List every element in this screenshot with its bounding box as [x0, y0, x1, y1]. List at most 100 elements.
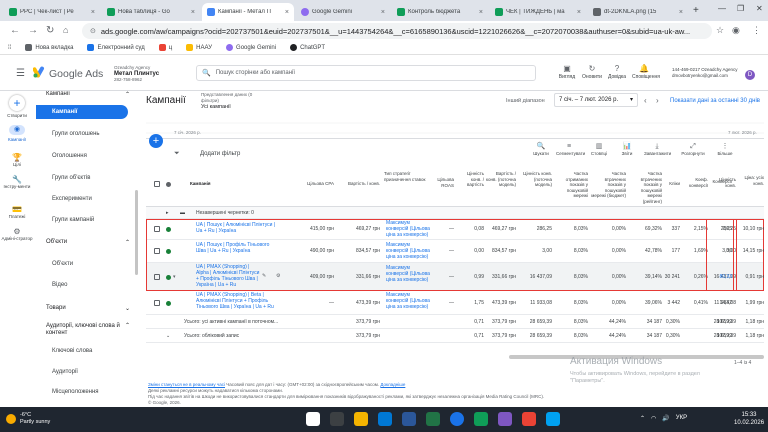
minimize-icon[interactable]: —	[718, 4, 726, 13]
add-filter-button[interactable]: Додати фільтр	[200, 151, 240, 157]
expand-icon[interactable]: ⌄	[166, 333, 170, 339]
excel-icon[interactable]	[426, 412, 440, 426]
rail-campaigns[interactable]: ◉ Кампанії	[0, 125, 34, 142]
help-button[interactable]: ? Довідка	[605, 64, 629, 80]
show-last-30-days-link[interactable]: Показати дані за останні 30 днів	[670, 98, 760, 104]
view-selector[interactable]: Представлення даних (0 фільтри) Усі камп…	[198, 91, 266, 110]
system-clock[interactable]: 15:33 10.02.2026	[734, 411, 764, 427]
browser-tab[interactable]: dt-2DKNLA.png (15 ×	[588, 3, 688, 21]
word-icon[interactable]	[402, 412, 416, 426]
browser-menu-icon[interactable]: ⋮	[752, 25, 761, 36]
nav-item-campaigns[interactable]: Кампанії	[36, 105, 128, 119]
col-conversions[interactable]: Конверсії	[706, 179, 732, 185]
nav-scrollbar[interactable]	[135, 190, 138, 275]
app-icon[interactable]	[498, 412, 512, 426]
new-tab-icon[interactable]: +	[693, 5, 699, 16]
nav-item-keywords[interactable]: Ключові слова	[36, 344, 128, 358]
bookmark-chatgpt[interactable]: ChatGPT	[290, 44, 325, 51]
realtime-link[interactable]: Зміни стануться не в реальному часі	[148, 382, 225, 387]
columns-tool[interactable]: ▥ Стовпці	[586, 143, 612, 156]
close-tab-icon[interactable]: ×	[577, 9, 581, 16]
nav-item-campaign-groups[interactable]: Групи кампаній	[36, 213, 128, 227]
profile-icon[interactable]: ◉	[732, 25, 740, 36]
browser-tab[interactable]: Google Gemini ×	[296, 3, 390, 21]
bookmark-gemini[interactable]: Google Gemini	[226, 44, 276, 51]
browser-tab[interactable]: Контроль бюджета ×	[392, 3, 488, 21]
menu-icon[interactable]: ☰	[16, 68, 25, 79]
rail-billing[interactable]: 💳 Платежі	[0, 206, 34, 220]
notifications-button[interactable]: 🔔 Сповіщення	[632, 64, 660, 80]
chevron-up-icon[interactable]: ⌃	[640, 415, 645, 422]
reports-tool[interactable]: 📊 Звіти	[614, 143, 640, 156]
nav-section-audiences[interactable]: Аудиторії, ключові слова й контент ⌃	[36, 323, 136, 337]
maximize-icon[interactable]: ❐	[737, 4, 744, 13]
wifi-icon[interactable]: ◠	[651, 415, 656, 422]
table-row[interactable]: UA | PMAX (Shopping) | Beta | Алюмінієві…	[146, 291, 764, 315]
language-indicator[interactable]: УКР	[676, 415, 687, 422]
more-tool[interactable]: ⋮ Більше	[712, 143, 738, 156]
nav-section-campaigns[interactable]: Кампанії ⌃	[36, 91, 136, 98]
rail-admin[interactable]: ⚙ Адміні-стратор	[0, 228, 34, 242]
nav-item-ad-groups[interactable]: Групи оголошень	[36, 127, 128, 141]
nav-item-asset-groups[interactable]: Групи об'єктів	[36, 171, 128, 185]
app-icon[interactable]	[474, 412, 488, 426]
account-switcher[interactable]: Ozeadchy Agency Метал Плинтус 282-758-89…	[114, 65, 159, 83]
download-tool[interactable]: ⤓ Завантажити	[644, 143, 671, 156]
nav-section-products[interactable]: Товари ⌄	[36, 305, 136, 312]
bookmark-court[interactable]: Електронний суд	[87, 44, 145, 51]
bookmark-star-icon[interactable]: ☆	[716, 25, 724, 36]
col-cost-all-conv[interactable]: Ціна: усіх конв.	[736, 175, 764, 186]
enabled-status-icon[interactable]	[166, 301, 171, 306]
browser-tab[interactable]: PPC | Чек-лист | Ре ×	[4, 3, 100, 21]
view-button[interactable]: ▣ Вигляд	[555, 64, 579, 80]
site-info-icon[interactable]: ⊙	[90, 27, 96, 35]
drafts-group-row[interactable]: ▸ ▬ Незавершені чернетки: 0	[146, 207, 764, 219]
bookmark-naau[interactable]: НААУ	[186, 44, 212, 51]
nav-item-assets[interactable]: Об'єкти	[36, 257, 128, 271]
next-period-icon[interactable]: ›	[656, 96, 659, 105]
browser-tab-active[interactable]: Кампанії - Метал П ×	[202, 3, 294, 21]
close-tab-icon[interactable]: ×	[479, 9, 483, 16]
collapse-icon[interactable]: ▸	[166, 210, 169, 216]
file-explorer-icon[interactable]	[354, 412, 368, 426]
search-input[interactable]: 🔍 Пошук сторінки або кампанії	[196, 65, 536, 81]
nav-item-audiences[interactable]: Аудиторії	[36, 365, 128, 379]
nav-item-locations[interactable]: Місцеположення	[36, 385, 128, 399]
weather-widget[interactable]: -6°C Partly sunny	[6, 412, 50, 426]
reload-icon[interactable]: ↻	[46, 25, 54, 36]
search-tool[interactable]: 🔍 Шукати	[528, 143, 554, 156]
back-arrow-icon[interactable]: ←	[10, 25, 20, 36]
expand-tool[interactable]: ⤢ Розгорнути	[680, 143, 706, 156]
close-tab-icon[interactable]: ×	[381, 9, 385, 16]
browser-tab[interactable]: ЧЕК | ТИЖДЕНЬ | ма ×	[490, 3, 586, 21]
prev-period-icon[interactable]: ‹	[644, 96, 647, 105]
nav-section-assets[interactable]: Об'єкти ⌃	[36, 239, 136, 246]
nav-item-videos[interactable]: Відео	[36, 278, 128, 292]
close-tab-icon[interactable]: ×	[91, 9, 95, 16]
search-icon[interactable]	[330, 412, 344, 426]
browser-tab[interactable]: Нова таблиця - Go ×	[102, 3, 200, 21]
campaign-link[interactable]: UA | PMAX (Shopping) | Beta | Алюмінієві…	[196, 292, 280, 310]
segment-tool[interactable]: ≡ Сегментувати	[556, 143, 585, 156]
bookmark-new-tab[interactable]: Нова вкладка	[25, 44, 73, 51]
learn-more-link[interactable]: Докладніше	[380, 382, 405, 387]
rail-create[interactable]: + Створити	[0, 95, 34, 118]
home-icon[interactable]: ⌂	[63, 25, 68, 35]
start-icon[interactable]	[306, 412, 320, 426]
close-window-icon[interactable]: ✕	[756, 4, 763, 13]
chrome-icon[interactable]	[450, 412, 464, 426]
forward-arrow-icon[interactable]: →	[28, 25, 38, 36]
telegram-icon[interactable]	[546, 412, 560, 426]
app-icon[interactable]	[522, 412, 536, 426]
close-tab-icon[interactable]: ×	[679, 9, 683, 16]
address-bar[interactable]: ⊙ ads.google.com/aw/campaigns?ocid=20273…	[82, 23, 712, 39]
filter-icon[interactable]: ⏷	[174, 150, 180, 158]
rail-tools[interactable]: 🔧 Інстру-менти	[0, 176, 34, 190]
avatar[interactable]: D	[745, 70, 755, 80]
date-range-picker[interactable]: 7 січ. – 7 лют. 2026 р. ▾	[554, 93, 638, 107]
close-tab-icon[interactable]: ×	[191, 9, 195, 16]
create-campaign-button[interactable]: +	[149, 134, 163, 148]
volume-icon[interactable]: 🔊	[662, 415, 669, 422]
refresh-button[interactable]: ↻ Оновити	[580, 64, 604, 80]
nav-item-ads[interactable]: Оголошення	[36, 149, 128, 163]
